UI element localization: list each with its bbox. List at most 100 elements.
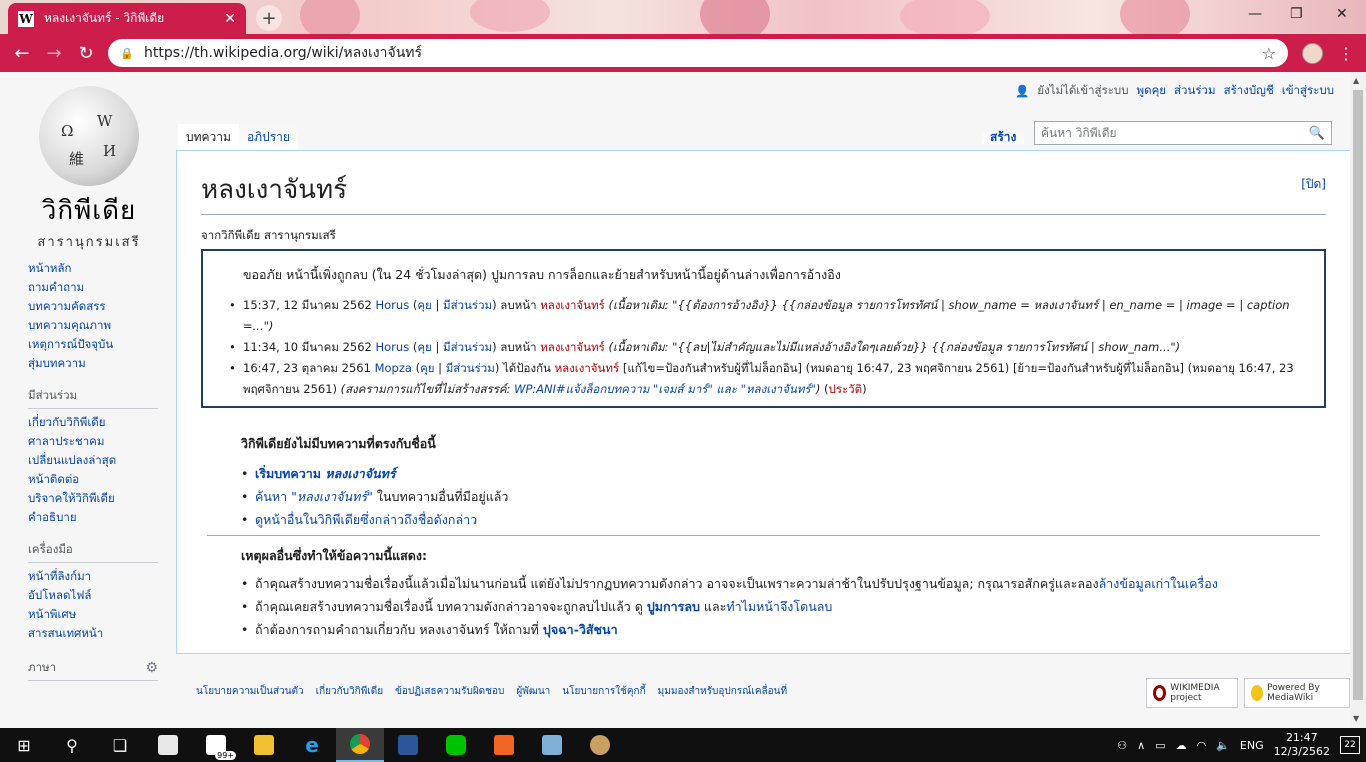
minimize-icon[interactable]: — <box>1248 6 1262 22</box>
why-deleted-link[interactable]: ทำไมหน้าจึงโดนลบ <box>726 599 832 614</box>
search-input[interactable]: ค้นหา วิกิพีเดีย 🔍 <box>1034 121 1332 145</box>
url-text[interactable]: https://th.wikipedia.org/wiki/หลงเงาจันท… <box>144 42 1262 64</box>
browser-tab-active[interactable]: W หลงเงาจันทร์ - วิกิพีเดีย ✕ <box>8 3 246 34</box>
footer-cookie-link[interactable]: นโยบายการใช้คุกกี้ <box>562 684 645 699</box>
sidebar-item-what-links-here[interactable]: หน้าที่ลิงก์มา <box>28 567 158 586</box>
reload-icon[interactable]: ↻ <box>70 43 102 64</box>
sidebar-item-page-info[interactable]: สารสนเทศหน้า <box>28 624 158 643</box>
tray-expand-icon[interactable]: ∧ <box>1137 739 1145 752</box>
forward-icon[interactable]: → <box>38 43 70 64</box>
pdf-icon[interactable] <box>480 728 528 762</box>
log-talk-link[interactable]: คุย <box>420 361 434 375</box>
what-links-here-link[interactable]: ดูหน้าอื่นในวิกิพีเดียซึ่งกล่าวถึงชื่อดั… <box>255 512 477 527</box>
sidebar-item-good-articles[interactable]: บทความคุณภาพ <box>28 316 158 335</box>
search-icon[interactable]: ⚲ <box>48 728 96 762</box>
wikipedia-logo[interactable]: Ω W 維 И วิกิพีเดีย สารานุกรมเสรี <box>26 86 152 252</box>
footer-mobile-link[interactable]: มุมมองสำหรับอุปกรณ์เคลื่อนที่ <box>658 684 787 699</box>
close-link[interactable]: [ปิด] <box>1301 175 1326 194</box>
scrollbar-thumb[interactable] <box>1353 90 1363 700</box>
tab-create[interactable]: สร้าง <box>982 130 1025 144</box>
wikimedia-badge[interactable]: WIKIMEDIA project <box>1146 678 1239 708</box>
window-close-icon[interactable]: ✕ <box>1336 6 1348 22</box>
contributions-link[interactable]: ส่วนร่วม <box>1174 82 1216 100</box>
sidebar-item-village-pump[interactable]: ศาลาประชาคม <box>28 432 158 451</box>
tab-discussion[interactable]: อภิปราย <box>238 124 298 150</box>
onedrive-icon[interactable]: ☁ <box>1176 739 1187 752</box>
log-user-link[interactable]: Mopza <box>375 361 412 375</box>
purge-cache-link[interactable]: ล้างข้อมูลเก่าในเครื่อง <box>1099 576 1218 591</box>
log-contribs-link[interactable]: มีส่วนร่วม <box>446 361 495 375</box>
word-icon[interactable] <box>384 728 432 762</box>
sidebar-item-about[interactable]: เกี่ยวกับวิกิพีเดีย <box>28 413 158 432</box>
sidebar-item-ask[interactable]: ถามคำถาม <box>28 278 158 297</box>
line-icon[interactable] <box>432 728 480 762</box>
people-icon[interactable]: ⚇ <box>1117 739 1127 752</box>
restore-icon[interactable]: ❐ <box>1290 6 1303 22</box>
log-talk-link[interactable]: คุย <box>417 340 431 354</box>
profile-avatar[interactable] <box>1302 43 1323 64</box>
log-comment-link[interactable]: WP:ANI#แจ้งล็อกบทความ "เจมส์ มาร์" และ "… <box>514 382 816 396</box>
log-user-link[interactable]: Horus <box>376 340 410 354</box>
start-article-link[interactable]: เริ่มบทความ หลงเงาจันทร์ <box>255 466 396 481</box>
footer-disclaimer-link[interactable]: ข้อปฏิเสธความรับผิดชอบ <box>395 684 504 699</box>
footer-about-link[interactable]: เกี่ยวกับวิกิพีเดีย <box>316 684 383 699</box>
log-contribs-link[interactable]: มีส่วนร่วม <box>443 340 492 354</box>
scroll-up-icon[interactable]: ▲ <box>1353 76 1359 85</box>
log-page-link[interactable]: หลงเงาจันทร์ <box>555 361 620 375</box>
sidebar-item-upload[interactable]: อัปโหลดไฟล์ <box>28 586 158 605</box>
footer-developers-link[interactable]: ผู้พัฒนา <box>516 684 550 699</box>
sidebar-item-current-events[interactable]: เหตุการณ์ปัจจุบัน <box>28 335 158 354</box>
task-view-icon[interactable]: ❑ <box>96 728 144 762</box>
wifi-icon[interactable]: ◠ <box>1197 739 1207 752</box>
scroll-down-icon[interactable]: ▼ <box>1353 714 1359 723</box>
footer-privacy-link[interactable]: นโยบายความเป็นส่วนตัว <box>196 684 304 699</box>
sidebar-item-help[interactable]: คำอธิบาย <box>28 508 158 527</box>
page-scrollbar[interactable]: ▲ ▼ <box>1350 72 1366 728</box>
language-indicator[interactable]: ENG <box>1240 739 1264 752</box>
mail-icon[interactable]: 99+ <box>192 728 240 762</box>
create-account-link[interactable]: สร้างบัญชี <box>1224 82 1274 100</box>
sidebar-heading-tools[interactable]: เครื่องมือ <box>28 541 158 563</box>
log-page-link[interactable]: หลงเงาจันทร์ <box>540 298 605 312</box>
battery-icon[interactable]: ▭ <box>1155 739 1165 752</box>
sidebar-item-special-pages[interactable]: หน้าพิเศษ <box>28 605 158 624</box>
log-history-link[interactable]: ประวัติ <box>829 382 863 396</box>
store-icon[interactable] <box>144 728 192 762</box>
paint-icon[interactable] <box>576 728 624 762</box>
sidebar-item-donate[interactable]: บริจาคให้วิกิพีเดีย <box>28 489 158 508</box>
menu-icon[interactable]: ⋮ <box>1338 44 1354 63</box>
address-bar[interactable]: 🔒 https://th.wikipedia.org/wiki/หลงเงาจั… <box>108 39 1288 67</box>
log-user-link[interactable]: Horus <box>376 298 410 312</box>
deletion-log-link[interactable]: ปูมการลบ <box>647 599 700 614</box>
mediawiki-badge[interactable]: Powered By MediaWiki <box>1244 678 1350 708</box>
gear-icon[interactable]: ⚙ <box>145 660 158 676</box>
lock-icon[interactable]: 🔒 <box>120 47 134 60</box>
windows-start-icon[interactable]: ⊞ <box>0 728 48 762</box>
help-desk-link[interactable]: ปุจฉา-วิสัชนา <box>543 622 618 637</box>
tab-close-icon[interactable]: ✕ <box>224 11 236 27</box>
sidebar-heading-participate[interactable]: มีส่วนร่วม <box>28 387 158 409</box>
log-talk-link[interactable]: คุย <box>417 298 431 312</box>
log-page-link[interactable]: หลงเงาจันทร์ <box>540 340 605 354</box>
notification-center-icon[interactable]: 22 <box>1340 736 1360 754</box>
talk-link[interactable]: พูดคุย <box>1137 82 1166 100</box>
sidebar-item-contact[interactable]: หน้าติดต่อ <box>28 470 158 489</box>
new-tab-button[interactable]: + <box>256 5 282 31</box>
search-link[interactable]: ค้นหา <box>255 489 287 504</box>
sidebar-item-featured[interactable]: บทความคัดสรร <box>28 297 158 316</box>
search-term-link[interactable]: "หลงเงาจันทร์" <box>291 489 373 504</box>
chrome-icon[interactable] <box>336 728 384 762</box>
tab-article[interactable]: บทความ <box>178 124 239 150</box>
search-placeholder[interactable]: ค้นหา วิกิพีเดีย <box>1041 124 1309 143</box>
star-icon[interactable]: ☆ <box>1262 44 1276 63</box>
sidebar-item-recent-changes[interactable]: เปลี่ยนแปลงล่าสุด <box>28 451 158 470</box>
volume-icon[interactable]: 🔈 <box>1216 739 1230 752</box>
file-explorer-icon[interactable] <box>240 728 288 762</box>
back-icon[interactable]: ← <box>6 43 38 64</box>
clock[interactable]: 21:47 12/3/2562 <box>1274 731 1330 759</box>
sidebar-item-main-page[interactable]: หน้าหลัก <box>28 259 158 278</box>
log-contribs-link[interactable]: มีส่วนร่วม <box>443 298 492 312</box>
search-icon[interactable]: 🔍 <box>1309 126 1325 141</box>
login-link[interactable]: เข้าสู่ระบบ <box>1282 82 1334 100</box>
app-icon[interactable] <box>528 728 576 762</box>
